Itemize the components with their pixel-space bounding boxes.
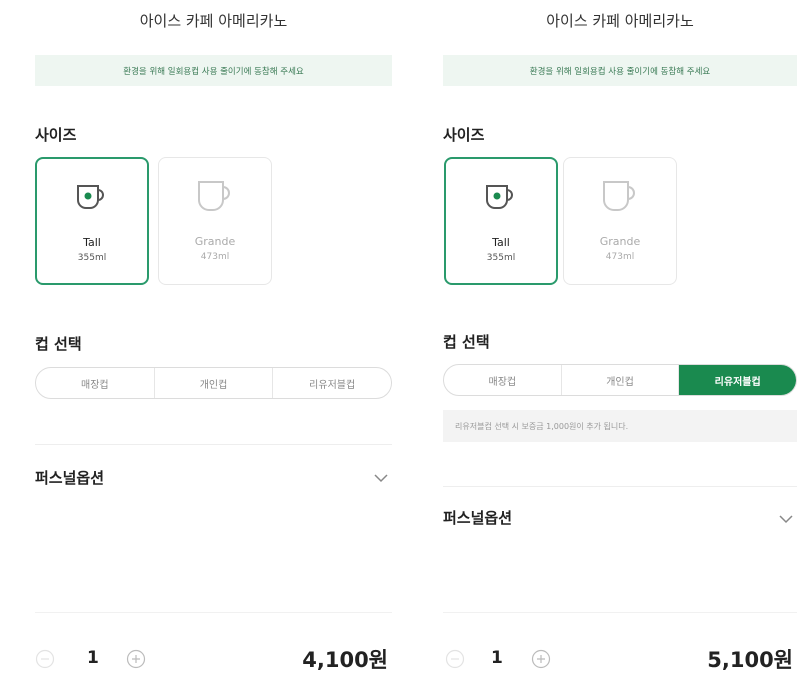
total-price: 4,100원 <box>302 648 388 672</box>
size-volume: 473ml <box>200 252 230 262</box>
order-screen-left: 아이스 카페 아메리카노 환경을 위해 일회용컵 사용 줄이기에 동참해 주세요… <box>35 0 392 674</box>
cup-selector: 매장컵 개인컵 리유저블컵 <box>35 367 392 399</box>
plus-circle-icon[interactable] <box>126 649 146 673</box>
cup-selector: 매장컵 개인컵 리유저블컵 <box>443 364 797 396</box>
eco-notice: 환경을 위해 일회용컵 사용 줄이기에 동참해 주세요 <box>35 55 392 86</box>
size-section-title: 사이즈 <box>35 126 77 144</box>
quantity-value: 1 <box>491 648 503 668</box>
footer-divider <box>35 612 392 613</box>
size-section-title: 사이즈 <box>443 126 485 144</box>
size-name: Grande <box>194 235 236 248</box>
mug-icon <box>195 178 235 218</box>
personal-option-label: 퍼스널옵션 <box>443 509 513 527</box>
mug-icon <box>483 181 519 215</box>
size-volume: 355ml <box>486 253 516 263</box>
cup-option-store[interactable]: 매장컵 <box>444 365 562 395</box>
cup-option-reusable[interactable]: 리유저블컵 <box>273 368 391 398</box>
quantity-value: 1 <box>87 648 99 668</box>
personal-option-row[interactable]: 퍼스널옵션 <box>35 467 392 488</box>
mug-icon <box>74 181 110 215</box>
section-divider <box>443 486 797 487</box>
size-volume: 473ml <box>605 252 635 262</box>
size-option-tall[interactable]: Tall 355ml <box>35 157 149 285</box>
cup-section-title: 컵 선택 <box>443 333 490 351</box>
eco-notice: 환경을 위해 일회용컵 사용 줄이기에 동참해 주세요 <box>443 55 797 86</box>
product-title: 아이스 카페 아메리카노 <box>139 12 288 30</box>
section-divider <box>35 444 392 445</box>
size-option-grande[interactable]: Grande 473ml <box>563 157 677 285</box>
size-name: Tall <box>83 236 101 249</box>
minus-circle-icon[interactable] <box>35 649 55 673</box>
plus-circle-icon[interactable] <box>531 649 551 673</box>
cup-option-store[interactable]: 매장컵 <box>36 368 155 398</box>
mug-icon <box>600 178 640 218</box>
cup-option-personal[interactable]: 개인컵 <box>155 368 274 398</box>
footer-divider <box>443 612 797 613</box>
size-option-grande[interactable]: Grande 473ml <box>158 157 272 285</box>
size-name: Grande <box>599 235 641 248</box>
size-name: Tall <box>492 236 510 249</box>
cup-section-title: 컵 선택 <box>35 335 82 353</box>
size-option-tall[interactable]: Tall 355ml <box>444 157 558 285</box>
product-title: 아이스 카페 아메리카노 <box>546 12 694 30</box>
total-price: 5,100원 <box>707 648 793 672</box>
reusable-cup-note: 리유저블컵 선택 시 보증금 1,000원이 추가 됩니다. <box>443 410 797 442</box>
cup-option-reusable[interactable]: 리유저블컵 <box>679 365 796 395</box>
cup-option-personal[interactable]: 개인컵 <box>562 365 680 395</box>
size-volume: 355ml <box>77 253 107 263</box>
personal-option-row[interactable]: 퍼스널옵션 <box>443 507 797 528</box>
chevron-down-icon <box>779 510 793 528</box>
personal-option-label: 퍼스널옵션 <box>35 469 105 487</box>
chevron-down-icon <box>374 469 388 487</box>
order-screen-right: 아이스 카페 아메리카노 환경을 위해 일회용컵 사용 줄이기에 동참해 주세요… <box>443 0 797 674</box>
minus-circle-icon[interactable] <box>445 649 465 673</box>
